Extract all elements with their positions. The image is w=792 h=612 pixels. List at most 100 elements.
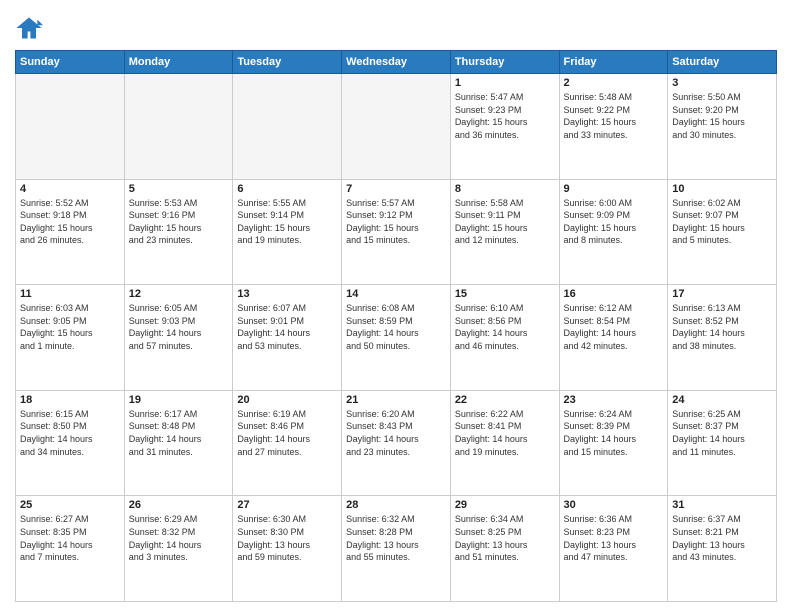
day-number: 4 — [20, 183, 120, 195]
calendar-day-header: Wednesday — [342, 51, 451, 74]
calendar-cell: 11Sunrise: 6:03 AM Sunset: 9:05 PM Dayli… — [16, 285, 125, 391]
day-number: 17 — [672, 288, 772, 300]
calendar-cell: 19 Sunrise: 6:17 AM Sunset: 8:48 PM Dayli… — [124, 390, 233, 496]
day-number: 12 — [129, 288, 229, 300]
calendar-cell: 13 Sunrise: 6:07 AM Sunset: 9:01 PM Dayli… — [233, 285, 342, 391]
day-info: Sunrise: 6:19 AM Sunset: 8:46 PM Dayligh… — [237, 408, 337, 458]
day-info: Sunrise: 5:58 AM Sunset: 9:11 PM Dayligh… — [455, 197, 555, 247]
day-number: 23 — [564, 394, 664, 406]
calendar-cell: 22Sunrise: 6:22 AM Sunset: 8:41 PM Dayli… — [450, 390, 559, 496]
day-number: 2 — [564, 77, 664, 89]
calendar-cell: 4 Sunrise: 5:52 AM Sunset: 9:18 PM Daylig… — [16, 179, 125, 285]
day-number: 31 — [672, 499, 772, 511]
calendar-cell: 26 Sunrise: 6:29 AM Sunset: 8:32 PM Dayli… — [124, 496, 233, 602]
calendar-cell: 21Sunrise: 6:20 AM Sunset: 8:43 PM Dayli… — [342, 390, 451, 496]
calendar-cell: 20 Sunrise: 6:19 AM Sunset: 8:46 PM Dayli… — [233, 390, 342, 496]
day-number: 16 — [564, 288, 664, 300]
day-info: Sunrise: 6:02 AM Sunset: 9:07 PM Dayligh… — [672, 197, 772, 247]
calendar-cell: 2 Sunrise: 5:48 AM Sunset: 9:22 PM Daylig… — [559, 74, 668, 180]
calendar-cell: 27 Sunrise: 6:30 AM Sunset: 8:30 PM Dayli… — [233, 496, 342, 602]
day-info: Sunrise: 6:29 AM Sunset: 8:32 PM Dayligh… — [129, 513, 229, 563]
day-info: Sunrise: 6:36 AM Sunset: 8:23 PM Dayligh… — [564, 513, 664, 563]
day-info: Sunrise: 6:37 AM Sunset: 8:21 PM Dayligh… — [672, 513, 772, 563]
calendar-cell: 28 Sunrise: 6:32 AM Sunset: 8:28 PM Dayli… — [342, 496, 451, 602]
calendar-cell: 12 Sunrise: 6:05 AM Sunset: 9:03 PM Dayli… — [124, 285, 233, 391]
calendar-header-row: SundayMondayTuesdayWednesdayThursdayFrid… — [16, 51, 777, 74]
day-number: 3 — [672, 77, 772, 89]
day-number: 14 — [346, 288, 446, 300]
day-info: Sunrise: 6:17 AM Sunset: 8:48 PM Dayligh… — [129, 408, 229, 458]
day-number: 20 — [237, 394, 337, 406]
header — [15, 10, 777, 42]
calendar-cell: 25Sunrise: 6:27 AM Sunset: 8:35 PM Dayli… — [16, 496, 125, 602]
calendar-table: SundayMondayTuesdayWednesdayThursdayFrid… — [15, 50, 777, 602]
calendar-cell: 6 Sunrise: 5:55 AM Sunset: 9:14 PM Daylig… — [233, 179, 342, 285]
day-info: Sunrise: 6:15 AM Sunset: 8:50 PM Dayligh… — [20, 408, 120, 458]
day-number: 19 — [129, 394, 229, 406]
day-info: Sunrise: 6:13 AM Sunset: 8:52 PM Dayligh… — [672, 302, 772, 352]
day-info: Sunrise: 6:08 AM Sunset: 8:59 PM Dayligh… — [346, 302, 446, 352]
day-info: Sunrise: 6:25 AM Sunset: 8:37 PM Dayligh… — [672, 408, 772, 458]
day-info: Sunrise: 6:03 AM Sunset: 9:05 PM Dayligh… — [20, 302, 120, 352]
day-info: Sunrise: 5:55 AM Sunset: 9:14 PM Dayligh… — [237, 197, 337, 247]
day-number: 10 — [672, 183, 772, 195]
day-number: 22 — [455, 394, 555, 406]
calendar-week-row: 1 Sunrise: 5:47 AM Sunset: 9:23 PM Daylig… — [16, 74, 777, 180]
calendar-cell: 5 Sunrise: 5:53 AM Sunset: 9:16 PM Daylig… — [124, 179, 233, 285]
calendar-cell: 24 Sunrise: 6:25 AM Sunset: 8:37 PM Dayli… — [668, 390, 777, 496]
logo — [15, 14, 47, 42]
calendar-week-row: 11Sunrise: 6:03 AM Sunset: 9:05 PM Dayli… — [16, 285, 777, 391]
calendar-day-header: Thursday — [450, 51, 559, 74]
day-number: 1 — [455, 77, 555, 89]
calendar-cell: 10 Sunrise: 6:02 AM Sunset: 9:07 PM Dayli… — [668, 179, 777, 285]
day-info: Sunrise: 5:48 AM Sunset: 9:22 PM Dayligh… — [564, 91, 664, 141]
calendar-cell — [342, 74, 451, 180]
day-number: 6 — [237, 183, 337, 195]
day-number: 15 — [455, 288, 555, 300]
day-number: 29 — [455, 499, 555, 511]
day-info: Sunrise: 5:52 AM Sunset: 9:18 PM Dayligh… — [20, 197, 120, 247]
calendar-cell: 30 Sunrise: 6:36 AM Sunset: 8:23 PM Dayli… — [559, 496, 668, 602]
calendar-cell: 16Sunrise: 6:12 AM Sunset: 8:54 PM Dayli… — [559, 285, 668, 391]
calendar-cell: 31 Sunrise: 6:37 AM Sunset: 8:21 PM Dayli… — [668, 496, 777, 602]
day-info: Sunrise: 5:53 AM Sunset: 9:16 PM Dayligh… — [129, 197, 229, 247]
day-number: 26 — [129, 499, 229, 511]
calendar-day-header: Tuesday — [233, 51, 342, 74]
day-info: Sunrise: 6:24 AM Sunset: 8:39 PM Dayligh… — [564, 408, 664, 458]
day-info: Sunrise: 6:30 AM Sunset: 8:30 PM Dayligh… — [237, 513, 337, 563]
day-info: Sunrise: 5:57 AM Sunset: 9:12 PM Dayligh… — [346, 197, 446, 247]
day-number: 13 — [237, 288, 337, 300]
day-info: Sunrise: 5:47 AM Sunset: 9:23 PM Dayligh… — [455, 91, 555, 141]
calendar-cell: 7 Sunrise: 5:57 AM Sunset: 9:12 PM Daylig… — [342, 179, 451, 285]
day-info: Sunrise: 6:34 AM Sunset: 8:25 PM Dayligh… — [455, 513, 555, 563]
day-info: Sunrise: 6:05 AM Sunset: 9:03 PM Dayligh… — [129, 302, 229, 352]
calendar-cell: 17 Sunrise: 6:13 AM Sunset: 8:52 PM Dayli… — [668, 285, 777, 391]
page: SundayMondayTuesdayWednesdayThursdayFrid… — [0, 0, 792, 612]
logo-icon — [15, 14, 43, 42]
day-number: 27 — [237, 499, 337, 511]
calendar-cell: 18Sunrise: 6:15 AM Sunset: 8:50 PM Dayli… — [16, 390, 125, 496]
calendar-day-header: Sunday — [16, 51, 125, 74]
day-number: 25 — [20, 499, 120, 511]
calendar-week-row: 25Sunrise: 6:27 AM Sunset: 8:35 PM Dayli… — [16, 496, 777, 602]
day-number: 5 — [129, 183, 229, 195]
day-number: 21 — [346, 394, 446, 406]
calendar-cell — [124, 74, 233, 180]
day-number: 30 — [564, 499, 664, 511]
day-number: 9 — [564, 183, 664, 195]
day-info: Sunrise: 6:32 AM Sunset: 8:28 PM Dayligh… — [346, 513, 446, 563]
day-number: 7 — [346, 183, 446, 195]
day-number: 28 — [346, 499, 446, 511]
calendar-day-header: Saturday — [668, 51, 777, 74]
calendar-cell: 1 Sunrise: 5:47 AM Sunset: 9:23 PM Daylig… — [450, 74, 559, 180]
day-info: Sunrise: 5:50 AM Sunset: 9:20 PM Dayligh… — [672, 91, 772, 141]
calendar-cell: 9Sunrise: 6:00 AM Sunset: 9:09 PM Daylig… — [559, 179, 668, 285]
calendar-cell — [16, 74, 125, 180]
day-info: Sunrise: 6:07 AM Sunset: 9:01 PM Dayligh… — [237, 302, 337, 352]
calendar-cell: 14 Sunrise: 6:08 AM Sunset: 8:59 PM Dayli… — [342, 285, 451, 391]
calendar-week-row: 18Sunrise: 6:15 AM Sunset: 8:50 PM Dayli… — [16, 390, 777, 496]
calendar-cell: 8Sunrise: 5:58 AM Sunset: 9:11 PM Daylig… — [450, 179, 559, 285]
calendar-cell: 29 Sunrise: 6:34 AM Sunset: 8:25 PM Dayli… — [450, 496, 559, 602]
day-number: 24 — [672, 394, 772, 406]
calendar-cell: 23 Sunrise: 6:24 AM Sunset: 8:39 PM Dayli… — [559, 390, 668, 496]
